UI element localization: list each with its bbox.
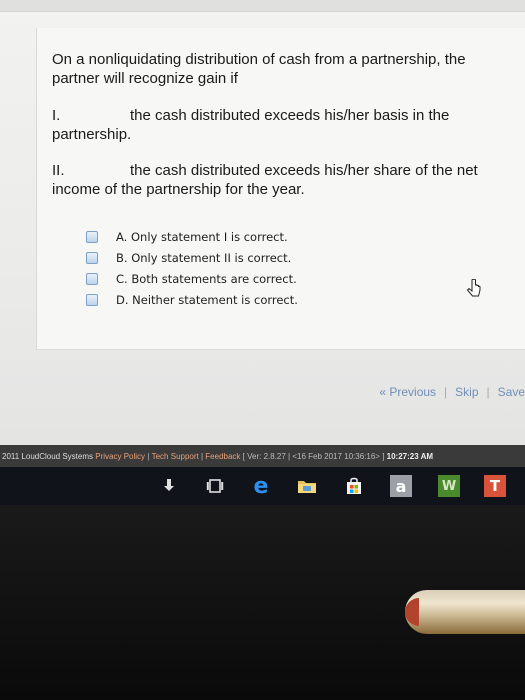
statement-1: I. the cash distributed exceeds his/her b… [52,106,512,144]
question-stem: On a nonliquidating distribution of cash… [52,51,466,87]
clock-text: 10:27:23 AM [386,451,434,461]
previous-link[interactable]: « Previous [379,385,436,399]
answer-d-checkbox[interactable] [86,293,98,306]
statement-1-number: I. [52,107,61,124]
answer-a-checkbox[interactable] [86,230,98,243]
statement-2-number: II. [52,162,65,179]
privacy-policy-link[interactable]: Privacy Policy [95,452,145,461]
skip-link[interactable]: Skip [455,385,478,399]
browser-screen: On a nonliquidating distribution of cash… [0,0,525,445]
taskbar: e a W T [0,467,525,505]
answer-option-b[interactable]: B. Only statement II is correct. [86,247,386,268]
answer-option-a[interactable]: A. Only statement I is correct. [86,226,386,247]
download-icon[interactable] [158,475,180,497]
store-icon[interactable] [343,475,365,497]
tech-support-link[interactable]: Tech Support [152,452,199,461]
mouse-cursor-icon [466,279,481,297]
word-icon[interactable]: W [438,475,460,497]
answer-b-label[interactable]: B. Only statement II is correct. [116,251,291,265]
top-strip [0,0,525,12]
statement-2: II. the cash distributed exceeds his/her … [52,161,512,199]
footer-bar: 2011 LoudCloud Systems Privacy Policy | … [0,445,525,467]
version-text: [ Ver: 2.8.27 | <16 Feb 2017 10:36:16> ] [242,451,385,461]
t-app-icon[interactable]: T [484,475,506,497]
question-nav: « Previous | Skip | Save [379,385,525,399]
edge-icon[interactable]: e [250,474,272,499]
answer-option-c[interactable]: C. Both statements are correct. [86,268,386,289]
answer-b-checkbox[interactable] [86,251,98,264]
answer-c-label[interactable]: C. Both statements are correct. [116,272,297,286]
pencil-object [405,590,525,634]
save-link[interactable]: Save [498,385,525,399]
copyright-text: 2011 LoudCloud Systems [2,451,94,461]
answer-c-checkbox[interactable] [86,272,98,285]
answer-option-d[interactable]: D. Neither statement is correct. [86,289,386,310]
answer-options: A. Only statement I is correct. B. Only … [86,226,386,310]
file-explorer-icon[interactable] [296,475,318,497]
task-view-icon[interactable] [204,475,226,497]
answer-a-label[interactable]: A. Only statement I is correct. [116,230,288,244]
answer-d-label[interactable]: D. Neither statement is correct. [116,293,298,307]
amazon-icon[interactable]: a [390,475,412,497]
feedback-link[interactable]: Feedback [205,452,240,461]
